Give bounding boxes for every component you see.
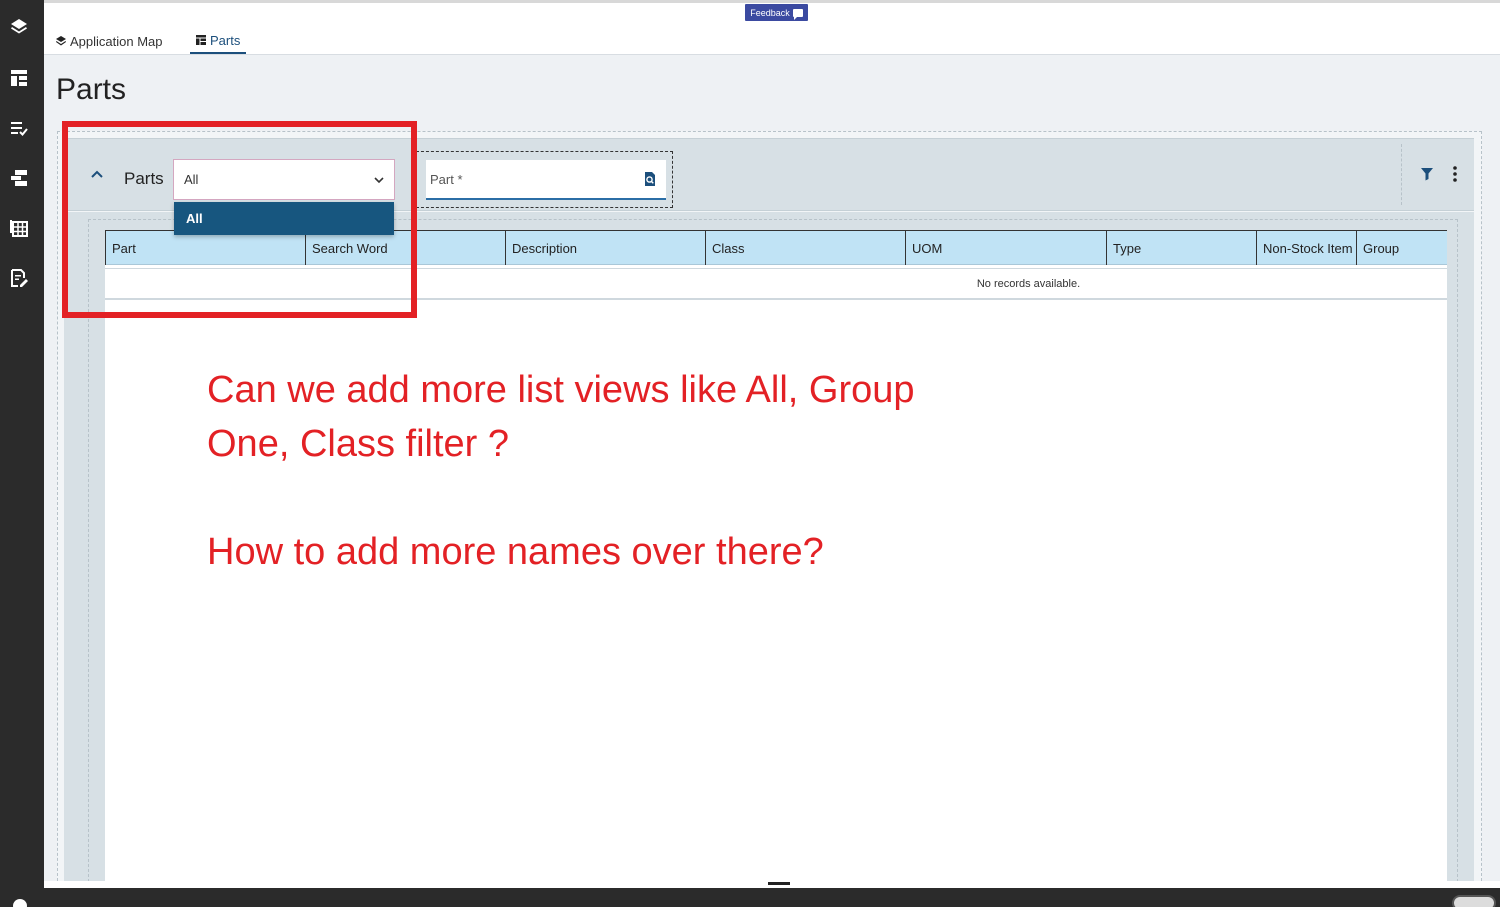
search-container: Part *: [411, 151, 673, 208]
part-search-input[interactable]: Part *: [426, 160, 666, 200]
feedback-label: Feedback: [750, 7, 790, 18]
checklist-icon[interactable]: [8, 117, 30, 139]
search-placeholder: Part *: [430, 171, 463, 187]
status-bar: [44, 888, 1500, 907]
tab-parts[interactable]: Parts: [190, 28, 247, 54]
spreadsheet-icon[interactable]: [8, 217, 30, 239]
table-layout-icon[interactable]: [8, 67, 30, 89]
annotation-line: How to add more names over there?: [207, 531, 824, 573]
feedback-button[interactable]: Feedback: [745, 4, 808, 21]
more-options-icon[interactable]: [1452, 165, 1458, 183]
toggle-switch[interactable]: [1452, 895, 1496, 907]
resize-handle[interactable]: [768, 882, 790, 885]
chat-bubble-icon: [792, 8, 803, 20]
column-header-group[interactable]: Group: [1356, 231, 1447, 265]
annotation-line: [207, 471, 915, 525]
annotation-text: Can we add more list views like All, Gro…: [207, 363, 915, 579]
column-header-type[interactable]: Type: [1106, 231, 1256, 265]
left-nav-rail: [0, 0, 44, 907]
layers-icon: [56, 36, 66, 46]
column-header-non-stock-item[interactable]: Non-Stock Item: [1256, 231, 1356, 265]
search-icon[interactable]: [642, 171, 658, 187]
user-avatar-icon[interactable]: [13, 899, 27, 907]
column-header-class[interactable]: Class: [705, 231, 905, 265]
edit-document-icon[interactable]: [8, 267, 30, 289]
tab-label: Application Map: [70, 33, 163, 49]
top-divider: [44, 0, 1500, 3]
tab-label: Parts: [210, 32, 241, 48]
toolbar-divider: [1401, 144, 1402, 205]
workflow-icon[interactable]: [8, 167, 30, 189]
annotation-highlight-box: [62, 121, 417, 318]
tab-bar: Application Map Parts: [44, 22, 1500, 55]
table-layout-icon: [196, 35, 206, 45]
column-header-description[interactable]: Description: [505, 231, 705, 265]
filter-icon[interactable]: [1420, 167, 1434, 181]
page-title: Parts: [56, 73, 127, 106]
layers-icon[interactable]: [8, 16, 30, 38]
column-header-uom[interactable]: UOM: [905, 231, 1106, 265]
annotation-line: Can we add more list views like All, Gro…: [207, 369, 915, 411]
tab-application-map[interactable]: Application Map: [56, 28, 163, 54]
annotation-line: One, Class filter ?: [207, 423, 509, 465]
